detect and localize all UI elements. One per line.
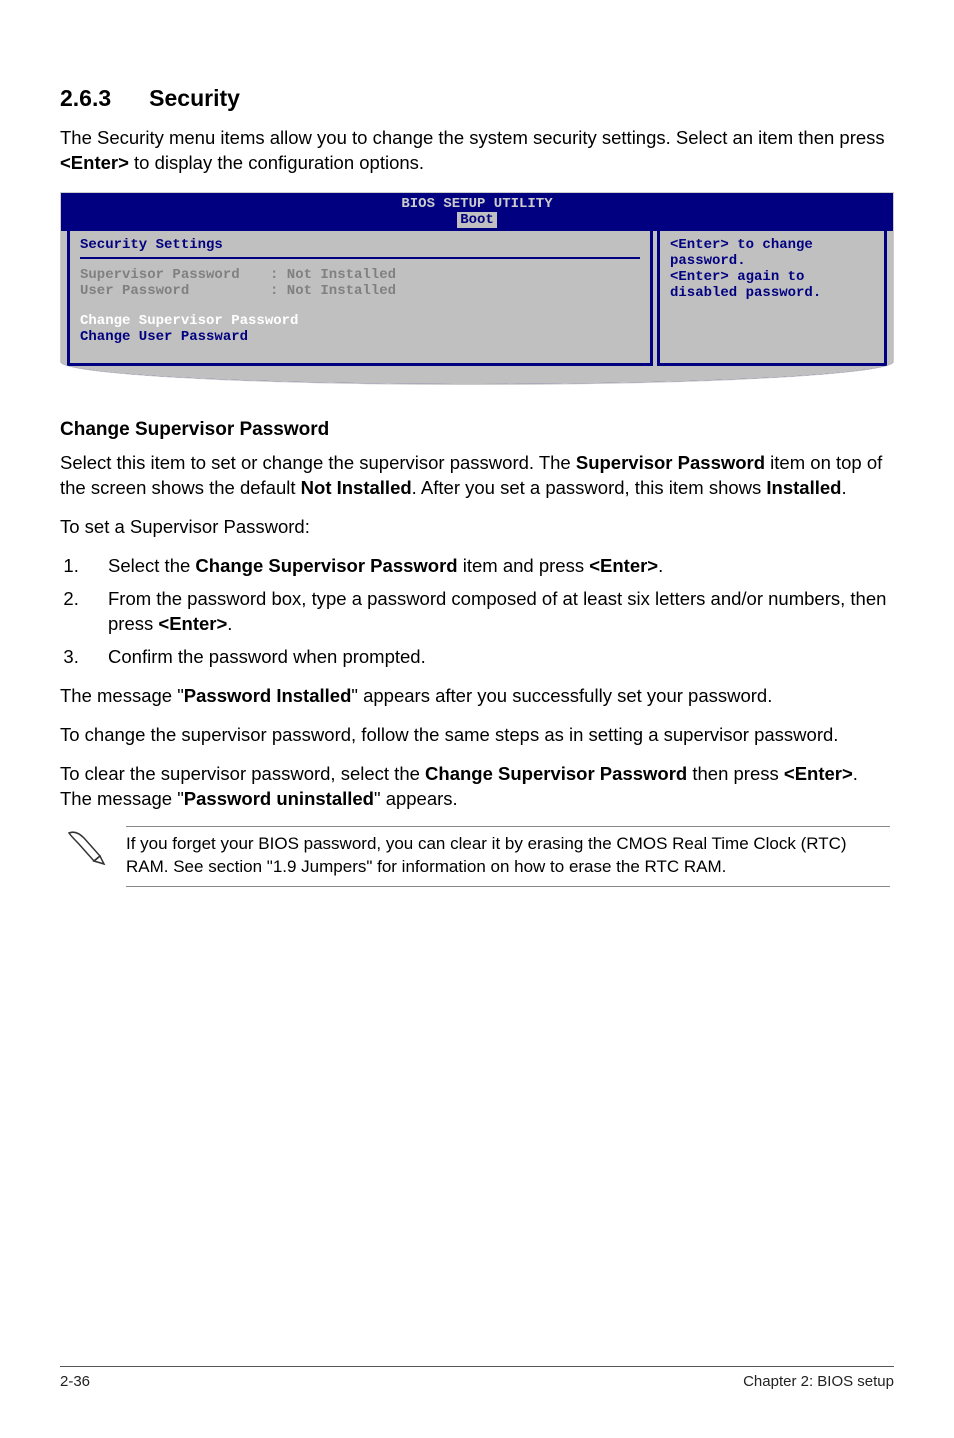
step-3: Confirm the password when prompted. (84, 645, 894, 670)
paragraph-5: To clear the supervisor password, select… (60, 762, 894, 812)
step-1: Select the Change Supervisor Password it… (84, 554, 894, 579)
paragraph-3: The message "Password Installed" appears… (60, 684, 894, 709)
steps-list: Select the Change Supervisor Password it… (84, 554, 894, 670)
bios-sup-label: Supervisor Password (80, 267, 270, 283)
section-heading: 2.6.3 Security (60, 85, 894, 112)
section-number: 2.6.3 (60, 85, 111, 111)
bios-sup-value: : Not Installed (270, 267, 396, 283)
bios-supervisor-row: Supervisor Password: Not Installed (80, 267, 640, 283)
bios-user-row: User Password: Not Installed (80, 283, 640, 299)
intro-paragraph: The Security menu items allow you to cha… (60, 126, 894, 176)
bios-body: Security Settings Supervisor Password: N… (61, 231, 893, 384)
paragraph-4: To change the supervisor password, follo… (60, 723, 894, 748)
bios-left-panel: Security Settings Supervisor Password: N… (67, 231, 653, 366)
intro-enter: <Enter> (60, 152, 129, 173)
bios-help-line2: <Enter> again to disabled password. (670, 269, 874, 301)
subsection-heading: Change Supervisor Password (60, 419, 894, 441)
bios-divider (80, 257, 640, 259)
pencil-icon (64, 826, 108, 888)
bios-user-label: User Password (80, 283, 270, 299)
step-2: From the password box, type a password c… (84, 587, 894, 637)
bios-screenshot: BIOS SETUP UTILITY Boot Security Setting… (60, 192, 894, 385)
note-block: If you forget your BIOS password, you ca… (60, 826, 894, 888)
note-text: If you forget your BIOS password, you ca… (126, 826, 890, 888)
bios-title: BIOS SETUP UTILITY (61, 193, 893, 212)
section-title: Security (149, 85, 240, 111)
footer-page-number: 2-36 (60, 1373, 90, 1390)
bios-help-panel: <Enter> to change password. <Enter> agai… (657, 231, 887, 366)
paragraph-2: To set a Supervisor Password: (60, 515, 894, 540)
paragraph-1: Select this item to set or change the su… (60, 451, 894, 501)
bios-change-user: Change User Passward (80, 329, 640, 345)
bios-user-value: : Not Installed (270, 283, 396, 299)
intro-part2: to display the configuration options. (129, 152, 424, 173)
intro-part1: The Security menu items allow you to cha… (60, 127, 885, 148)
bios-change-supervisor: Change Supervisor Password (80, 313, 640, 329)
bios-tab-row: Boot (61, 212, 893, 231)
bios-tab-boot: Boot (457, 212, 497, 228)
footer-chapter: Chapter 2: BIOS setup (743, 1373, 894, 1390)
bios-section-title: Security Settings (80, 237, 640, 253)
page-footer: 2-36 Chapter 2: BIOS setup (60, 1366, 894, 1390)
bios-help-line1: <Enter> to change password. (670, 237, 874, 269)
